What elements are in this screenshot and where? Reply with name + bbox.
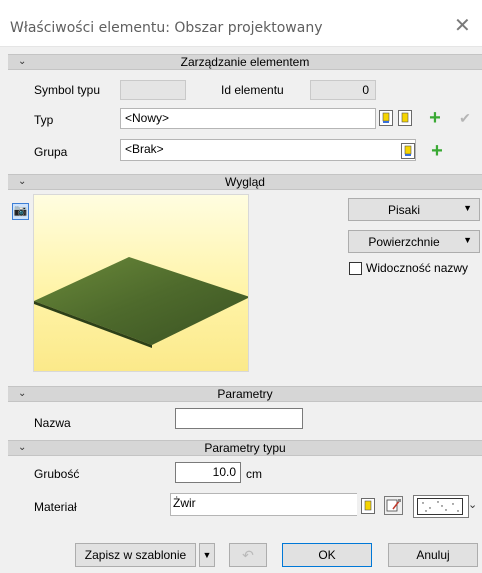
section-header-parametry-typu[interactable]: ⌄ Parametry typu bbox=[8, 440, 482, 456]
camera-icon[interactable]: 📷 bbox=[12, 203, 29, 220]
powierzchnie-dropdown[interactable]: Powierzchnie ▼ bbox=[348, 230, 480, 253]
dropdown-arrow-icon: ▼ bbox=[202, 550, 212, 560]
material-library-icon[interactable] bbox=[361, 498, 375, 514]
section-header-parametry[interactable]: ⌄ Parametry bbox=[8, 386, 482, 402]
typ-label: Typ bbox=[34, 113, 54, 127]
zapisz-dropdown-button[interactable]: ▼ bbox=[199, 543, 215, 567]
close-icon[interactable]: ✕ bbox=[454, 16, 471, 36]
widocznosc-checkbox[interactable] bbox=[349, 262, 362, 275]
select-type-icon[interactable] bbox=[379, 110, 393, 126]
grupa-field[interactable]: <Brak> bbox=[120, 139, 416, 161]
material-edit-icon[interactable] bbox=[384, 496, 403, 515]
preview-3d bbox=[33, 194, 249, 372]
pisaki-dropdown[interactable]: Pisaki ▼ bbox=[348, 198, 480, 221]
dropdown-arrow-icon: ▼ bbox=[463, 235, 472, 245]
select-group-icon[interactable] bbox=[401, 143, 415, 159]
nazwa-input[interactable] bbox=[175, 408, 303, 429]
section-title: Parametry bbox=[217, 387, 273, 401]
add-group-icon[interactable]: + bbox=[427, 141, 447, 162]
zapisz-w-szablonie-button[interactable]: Zapisz w szablonie bbox=[75, 543, 196, 567]
dropdown-arrow-icon: ▼ bbox=[463, 203, 472, 213]
pisaki-label: Pisaki bbox=[387, 203, 420, 217]
add-type-icon[interactable]: + bbox=[425, 108, 445, 129]
section-header-wyglad[interactable]: ⌄ Wygląd bbox=[8, 174, 482, 190]
type-library-icon[interactable] bbox=[398, 110, 412, 126]
symbol-typu-field bbox=[120, 80, 186, 100]
material-field[interactable]: Żwir bbox=[170, 493, 357, 516]
grubosc-label: Grubość bbox=[34, 467, 80, 481]
anuluj-button[interactable]: Anuluj bbox=[388, 543, 478, 567]
section-header-zarzadzanie[interactable]: ⌄ Zarządzanie elementem bbox=[8, 54, 482, 70]
grass-plane bbox=[34, 257, 248, 345]
id-elementu-label: Id elementu bbox=[221, 83, 284, 97]
undo-icon: ↶ bbox=[242, 547, 254, 563]
hatch-pattern-swatch bbox=[417, 498, 463, 515]
chevron-down-icon[interactable]: ⌄ bbox=[468, 498, 477, 511]
id-elementu-field: 0 bbox=[310, 80, 376, 100]
powierzchnie-label: Powierzchnie bbox=[368, 235, 440, 249]
widocznosc-label: Widoczność nazwy bbox=[366, 261, 469, 275]
confirm-type-icon: ✔ bbox=[459, 110, 471, 126]
symbol-typu-label: Symbol typu bbox=[34, 83, 101, 97]
section-title: Parametry typu bbox=[204, 441, 286, 455]
hatch-pattern-select[interactable] bbox=[413, 495, 469, 518]
material-label: Materiał bbox=[34, 500, 77, 514]
typ-field[interactable]: <Nowy> bbox=[120, 108, 376, 129]
grubosc-input[interactable]: 10.0 bbox=[175, 462, 241, 483]
ok-button[interactable]: OK bbox=[282, 543, 372, 567]
grubosc-unit: cm bbox=[246, 467, 262, 481]
undo-button: ↶ bbox=[229, 543, 267, 567]
section-title: Zarządzanie elementem bbox=[180, 55, 310, 69]
window-title: Właściwości elementu: Obszar projektowan… bbox=[10, 20, 323, 36]
section-title: Wygląd bbox=[225, 175, 265, 189]
nazwa-label: Nazwa bbox=[34, 416, 71, 430]
grupa-label: Grupa bbox=[34, 145, 68, 159]
